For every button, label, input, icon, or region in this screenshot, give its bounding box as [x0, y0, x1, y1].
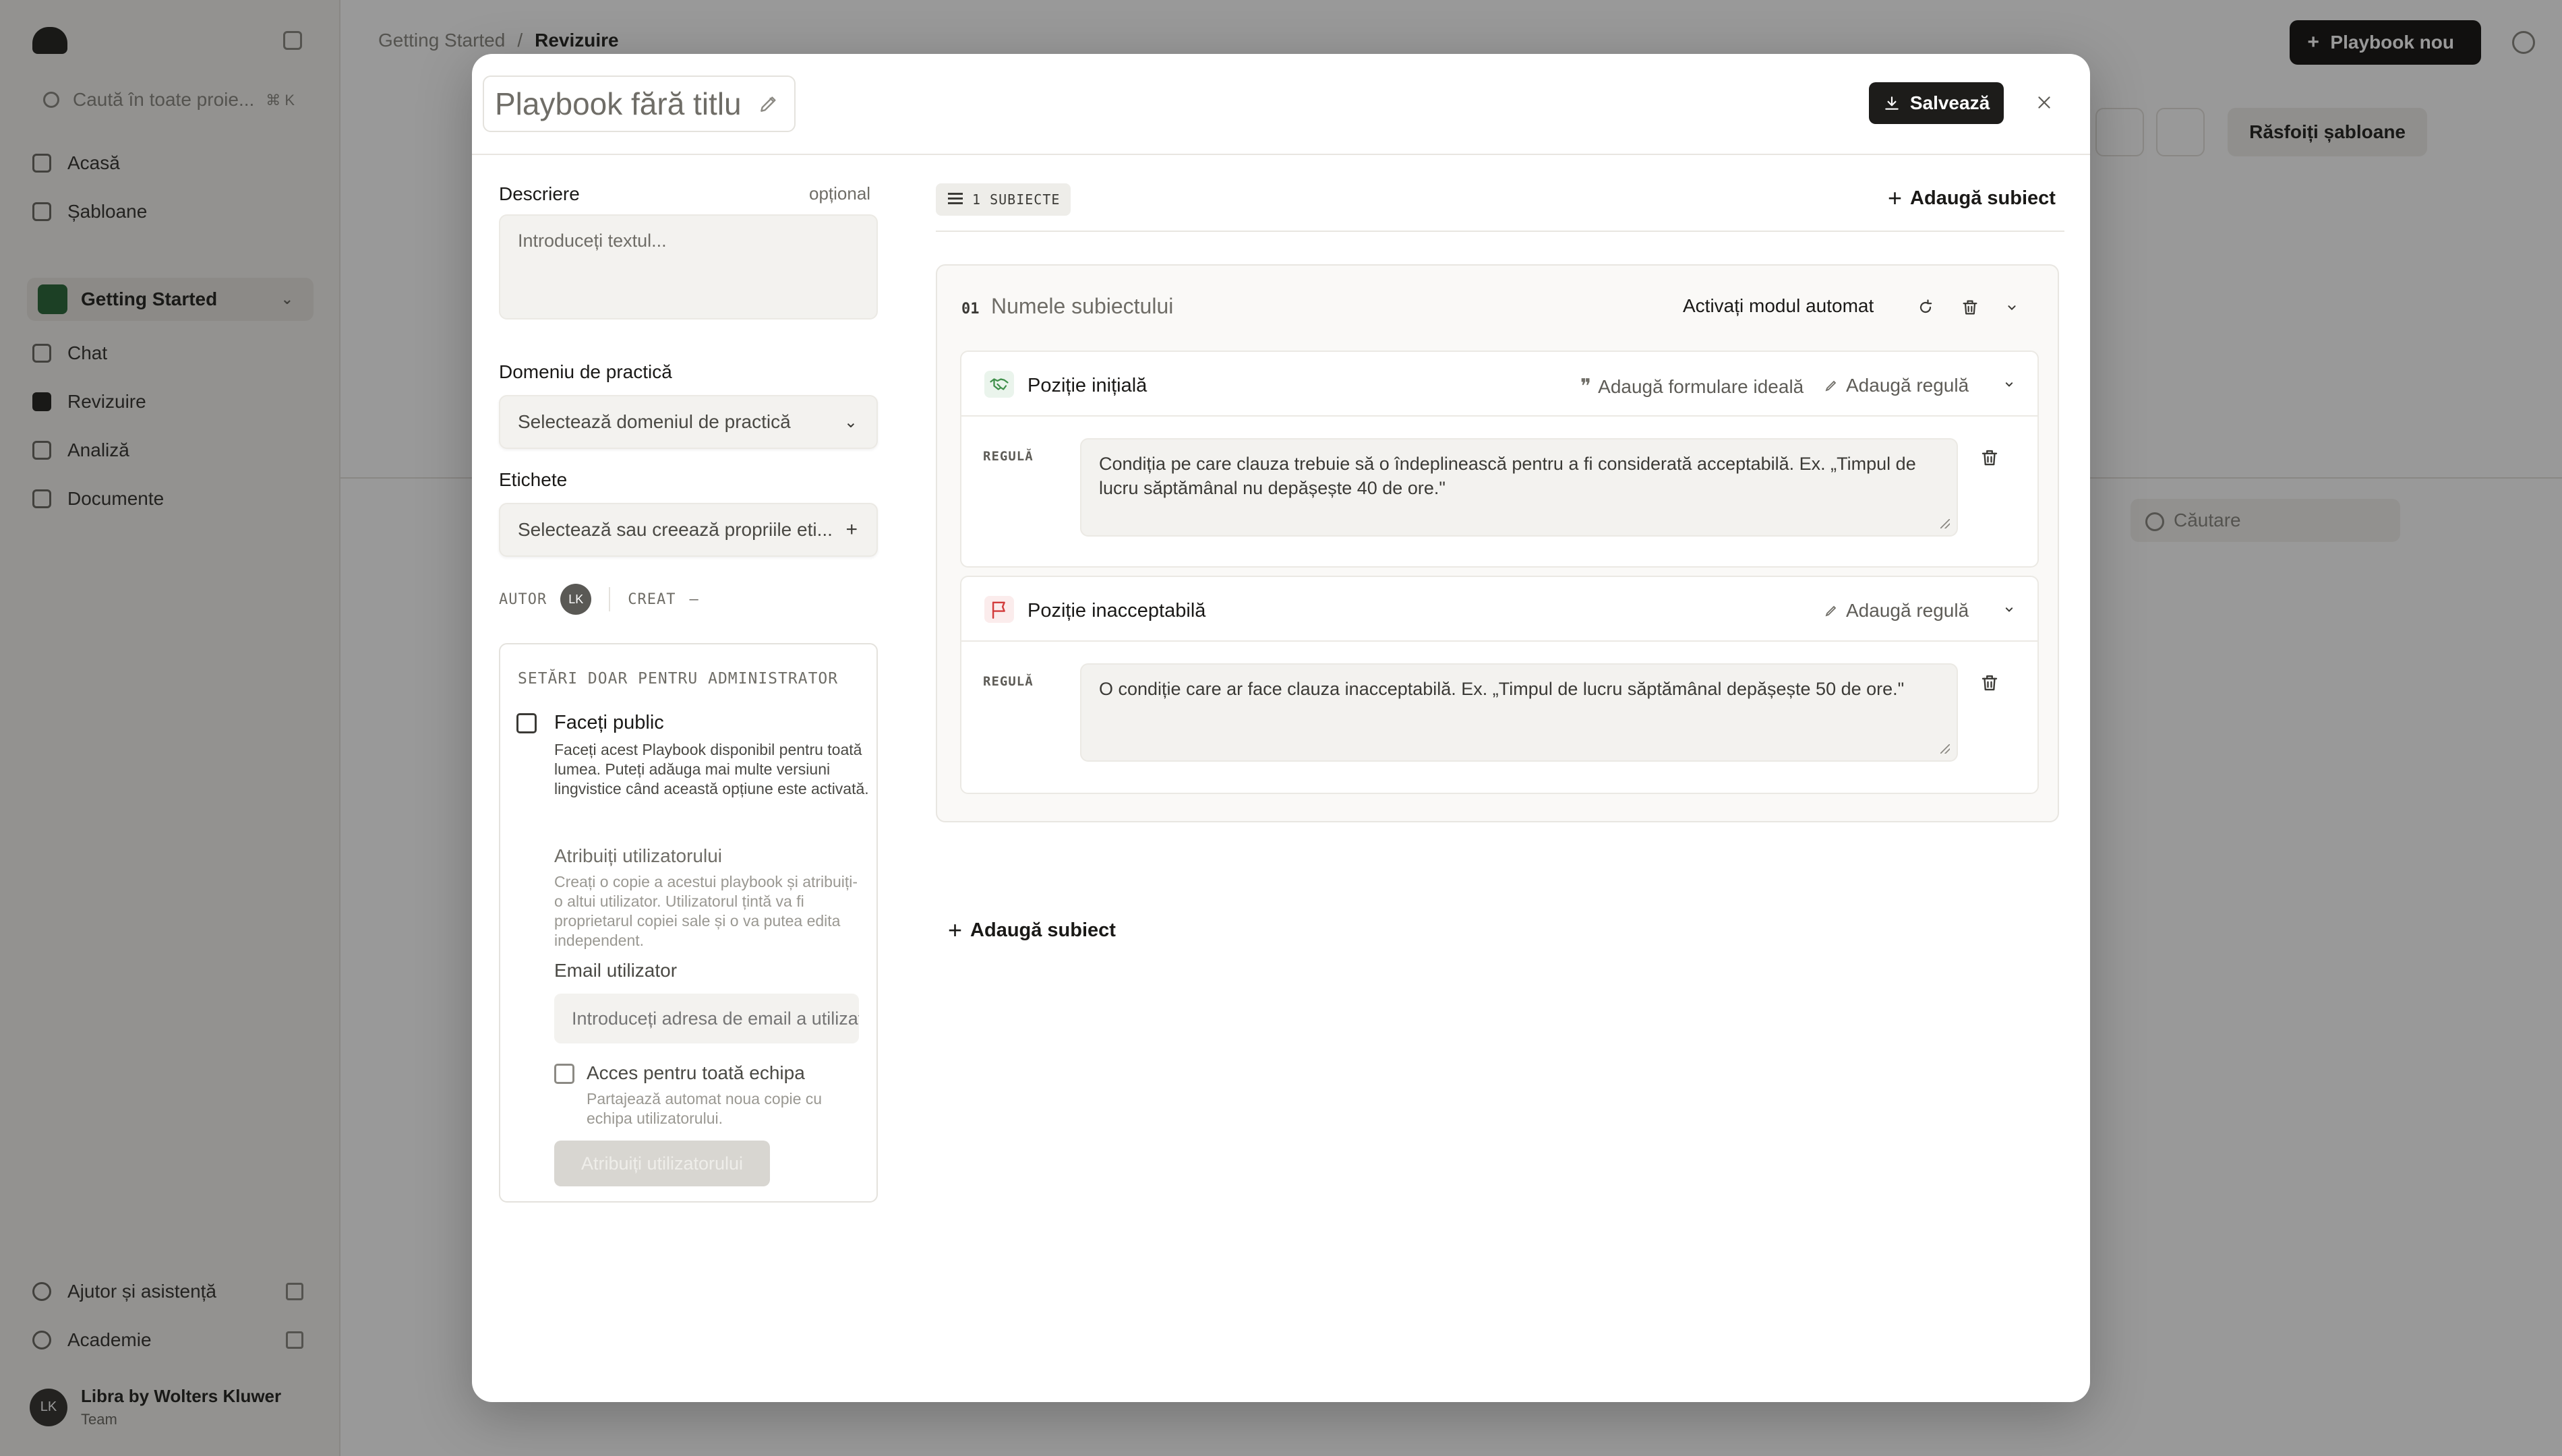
- add-ideal-wording-button[interactable]: ❞ Adaugă formulare ideală: [1580, 375, 1804, 398]
- avatar: LK: [560, 584, 592, 615]
- pencil-icon: [760, 96, 776, 112]
- description-textarea[interactable]: Introduceți textul...: [499, 214, 878, 320]
- trash-icon[interactable]: [1958, 295, 1982, 320]
- add-ideal-wording-label: Adaugă formulare ideală: [1598, 375, 1804, 397]
- add-subject-bottom-button[interactable]: + Adaugă subiect: [948, 918, 1116, 942]
- trash-icon[interactable]: [1979, 673, 2004, 697]
- add-subject-label: Adaugă subiect: [1910, 187, 2056, 209]
- tags-label: Etichete: [499, 469, 568, 490]
- practice-area-select[interactable]: Selectează domeniul de practică ⌄: [499, 395, 878, 449]
- rule-label: REGULĂ: [983, 449, 1034, 464]
- divider: [609, 587, 611, 611]
- handshake-icon: [984, 371, 1014, 398]
- tags-placeholder: Selectează sau creează propriile eti...: [518, 519, 833, 540]
- subject-name-input[interactable]: Numele subiectului: [991, 294, 1173, 319]
- unacceptable-position-card: Poziție inacceptabilă Adaugă regulă REGU…: [960, 576, 2039, 794]
- trash-icon[interactable]: [1979, 448, 2004, 472]
- playbook-title-field[interactable]: Playbook fără titlu: [483, 75, 796, 132]
- auto-mode-button[interactable]: Activați modul automat: [1683, 295, 1874, 317]
- playbook-title: Playbook fără titlu: [495, 86, 742, 121]
- assign-user-help: Creați o copie a acestui playbook și atr…: [554, 873, 858, 949]
- playbook-modal: Playbook fără titlu Salvează Descriere o…: [472, 54, 2090, 1402]
- rule-label: REGULĂ: [983, 674, 1034, 689]
- team-access-help: Partajează automat noua copie cu echipa …: [587, 1090, 823, 1127]
- add-rule-label: Adaugă regulă: [1846, 600, 1969, 621]
- pen-icon: [1825, 605, 1837, 617]
- chevron-down-icon[interactable]: [1997, 372, 2021, 396]
- unacceptable-position-header: Poziție inacceptabilă Adaugă regulă: [961, 577, 2037, 642]
- initial-position-title: Poziție inițială: [1027, 375, 1148, 396]
- unacceptable-position-title: Poziție inacceptabilă: [1027, 600, 1206, 621]
- initial-position-card: Poziție inițială ❞ Adaugă formulare idea…: [960, 351, 2039, 568]
- created-value: –: [689, 590, 699, 608]
- chevron-down-icon: ⌄: [843, 413, 858, 431]
- admin-settings-title: SETĂRI DOAR PENTRU ADMINISTRATOR: [518, 670, 839, 688]
- make-public-checkbox[interactable]: [516, 713, 537, 733]
- optional-hint: opțional: [809, 183, 871, 204]
- subject-count-badge: 1 SUBIECTE: [936, 183, 1071, 216]
- chevron-down-icon[interactable]: [2000, 295, 2024, 320]
- tags-select[interactable]: Selectează sau creează propriile eti... …: [499, 503, 878, 557]
- plus-icon: +: [948, 916, 963, 944]
- modal-header: Playbook fără titlu Salvează: [472, 54, 2090, 155]
- download-icon: [1885, 96, 1899, 110]
- user-email-label: Email utilizator: [554, 960, 678, 981]
- practice-area-placeholder: Selectează domeniul de practică: [518, 411, 791, 432]
- created-label: CREAT: [628, 590, 676, 608]
- assign-user-title: Atribuiți utilizatorului: [554, 845, 722, 866]
- add-subject-button[interactable]: + Adaugă subiect: [1888, 186, 2056, 210]
- description-label: Descriere: [499, 183, 580, 204]
- divider: [936, 231, 2064, 232]
- flag-icon: [984, 596, 1014, 623]
- add-rule-label: Adaugă regulă: [1846, 375, 1969, 396]
- initial-position-header: Poziție inițială ❞ Adaugă formulare idea…: [961, 352, 2037, 417]
- save-button[interactable]: Salvează: [1869, 82, 2004, 124]
- add-subject-label: Adaugă subiect: [970, 919, 1116, 941]
- pen-icon: [1825, 380, 1837, 392]
- make-public-label: Faceți public: [554, 712, 664, 733]
- user-email-input[interactable]: [554, 994, 859, 1043]
- subject-number: 01: [961, 301, 980, 317]
- subject-card: 01 Numele subiectului Activați modul aut…: [936, 264, 2059, 822]
- team-access-checkbox[interactable]: [554, 1064, 574, 1084]
- team-access-label: Acces pentru toată echipa: [587, 1062, 805, 1083]
- unacceptable-rule-textarea[interactable]: O condiție care ar face clauza inaccepta…: [1080, 663, 1958, 762]
- chevron-down-icon[interactable]: [1997, 597, 2021, 621]
- assign-user-button[interactable]: Atribuiți utilizatorului: [554, 1141, 770, 1186]
- initial-rule-textarea[interactable]: Condiția pe care clauza trebuie să o înd…: [1080, 438, 1958, 537]
- meta-row: AUTOR LK CREAT –: [499, 584, 699, 615]
- admin-settings: SETĂRI DOAR PENTRU ADMINISTRATOR Faceți …: [499, 643, 878, 1203]
- make-public-help: Faceți acest Playbook disponibil pentru …: [554, 741, 869, 797]
- save-label: Salvează: [1909, 92, 1990, 113]
- add-rule-button[interactable]: Adaugă regulă: [1823, 375, 1969, 396]
- practice-area-label: Domeniu de practică: [499, 361, 672, 382]
- add-rule-button[interactable]: Adaugă regulă: [1823, 600, 1969, 621]
- plus-icon: +: [845, 518, 858, 541]
- quote-icon: ❞: [1580, 375, 1592, 398]
- plus-icon: +: [1888, 184, 1903, 212]
- author-label: AUTOR: [499, 590, 547, 608]
- close-icon[interactable]: [2031, 89, 2058, 116]
- reset-icon[interactable]: [1913, 295, 1938, 320]
